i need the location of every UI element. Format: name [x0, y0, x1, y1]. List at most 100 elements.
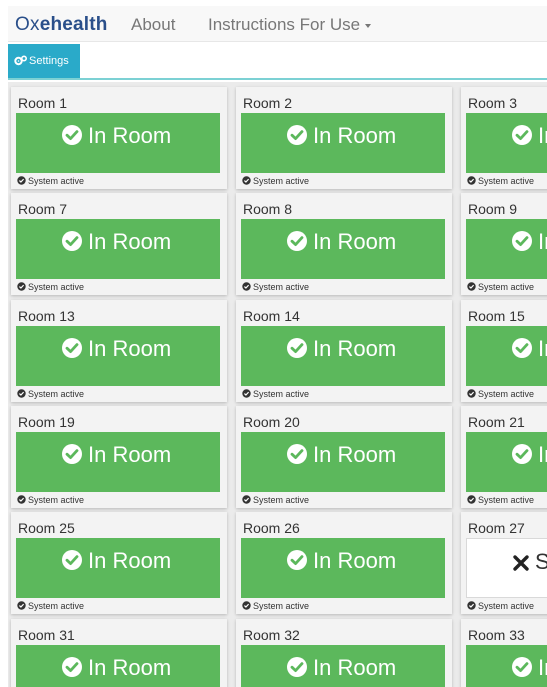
check-circle-icon: [62, 444, 82, 464]
check-circle-small-icon: [467, 176, 476, 185]
status-content: In Room: [61, 229, 171, 255]
system-status: System active: [17, 495, 84, 505]
system-status: System active: [242, 282, 309, 292]
status-content: In Room: [286, 336, 396, 362]
status-tile[interactable]: In Room: [16, 645, 220, 687]
room-card[interactable]: Room 21 In Room System active: [461, 406, 547, 508]
system-status: System active: [467, 282, 534, 292]
room-name: Room 3: [468, 95, 518, 111]
room-name: Room 19: [18, 414, 75, 430]
status-tile[interactable]: In Room: [241, 538, 445, 598]
check-circle-small-icon: [242, 282, 251, 291]
status-tile[interactable]: In Room: [241, 219, 445, 279]
nav-about-link[interactable]: About: [131, 15, 175, 35]
status-content: In Room: [61, 123, 171, 149]
room-card[interactable]: Room 13 In Room System active: [11, 300, 227, 402]
room-card[interactable]: Room 1 In Room System active: [11, 87, 227, 189]
system-status-label: System active: [253, 495, 310, 505]
room-card[interactable]: Room 33In RoomSystem active: [461, 619, 547, 687]
status-label: In Room: [313, 123, 397, 148]
status-tile[interactable]: In Room: [241, 326, 445, 386]
status-label: In Room: [88, 655, 172, 680]
room-card[interactable]: Room 26 In Room System active: [236, 512, 452, 614]
check-circle-small-icon: [467, 601, 476, 610]
check-circle-small-icon: [242, 389, 251, 398]
check-circle-small-icon: [17, 601, 26, 610]
room-card[interactable]: Room 27 S System active: [461, 512, 547, 614]
nav-instructions-dropdown[interactable]: Instructions For Use: [208, 15, 372, 35]
status-tile[interactable]: In Room: [466, 219, 547, 279]
system-status-label: System active: [253, 282, 310, 292]
status-tile[interactable]: In Room: [16, 113, 220, 173]
status-label: In Room: [538, 229, 547, 254]
room-card[interactable]: Room 3 In Room System active: [461, 87, 547, 189]
status-content: In Room: [286, 123, 396, 149]
cogs-icon: [14, 55, 28, 66]
toolbar: Settings: [8, 42, 547, 80]
room-name: Room 25: [18, 520, 75, 536]
check-circle-icon: [512, 444, 532, 464]
room-card[interactable]: Room 2 In Room System active: [236, 87, 452, 189]
room-name: Room 1: [18, 95, 68, 111]
check-circle-icon: [512, 231, 532, 251]
room-card[interactable]: Room 32In RoomSystem active: [236, 619, 452, 687]
status-tile[interactable]: In Room: [466, 432, 547, 492]
system-status: System active: [17, 389, 84, 399]
status-tile[interactable]: In Room: [16, 432, 220, 492]
status-tile[interactable]: In Room: [241, 432, 445, 492]
status-label: In Room: [313, 336, 397, 361]
status-tile[interactable]: In Room: [466, 113, 547, 173]
room-name: Room 2: [243, 95, 293, 111]
status-content: In Room: [61, 655, 171, 681]
navbar: Oxehealth About Instructions For Use: [8, 6, 547, 42]
check-circle-small-icon: [242, 176, 251, 185]
status-tile[interactable]: In Room: [241, 645, 445, 687]
status-tile[interactable]: In Room: [466, 645, 547, 687]
room-card[interactable]: Room 19 In Room System active: [11, 406, 227, 508]
status-label: In Room: [313, 548, 397, 573]
status-tile[interactable]: In Room: [16, 538, 220, 598]
check-circle-small-icon: [17, 495, 26, 504]
status-tile[interactable]: In Room: [241, 113, 445, 173]
check-circle-icon: [62, 550, 82, 570]
check-circle-icon: [512, 338, 532, 358]
room-name: Room 7: [18, 201, 68, 217]
status-content: In Room: [61, 442, 171, 468]
room-card[interactable]: Room 20 In Room System active: [236, 406, 452, 508]
check-circle-icon: [62, 338, 82, 358]
room-name: Room 8: [243, 201, 293, 217]
status-tile[interactable]: S: [466, 538, 547, 598]
check-circle-icon: [287, 338, 307, 358]
system-status: System active: [467, 389, 534, 399]
room-name: Room 20: [243, 414, 300, 430]
status-content: In Room: [61, 548, 171, 574]
status-content: In Room: [511, 229, 547, 255]
room-card[interactable]: Room 9 In Room System active: [461, 193, 547, 295]
status-label: In Room: [538, 442, 547, 467]
system-status: System active: [467, 495, 534, 505]
room-card[interactable]: Room 15 In Room System active: [461, 300, 547, 402]
room-name: Room 14: [243, 308, 300, 324]
room-card[interactable]: Room 8 In Room System active: [236, 193, 452, 295]
room-card[interactable]: Room 31In RoomSystem active: [11, 619, 227, 687]
status-content: S: [512, 549, 547, 575]
brand-rest: ehealth: [39, 14, 108, 35]
status-label: In Room: [538, 655, 547, 680]
brand-logo[interactable]: Oxehealth: [15, 14, 108, 36]
status-tile[interactable]: In Room: [466, 326, 547, 386]
room-card[interactable]: Room 14 In Room System active: [236, 300, 452, 402]
room-grid: Room 1 In Room System active Room 2 In Room S…: [8, 82, 547, 687]
status-content: In Room: [286, 548, 396, 574]
room-name: Room 27: [468, 520, 525, 536]
status-tile[interactable]: In Room: [16, 326, 220, 386]
room-card[interactable]: Room 7 In Room System active: [11, 193, 227, 295]
status-content: In Room: [511, 442, 547, 468]
status-tile[interactable]: In Room: [16, 219, 220, 279]
room-card[interactable]: Room 25 In Room System active: [11, 512, 227, 614]
system-status-label: System active: [478, 495, 535, 505]
caret-down-icon: [365, 23, 372, 28]
check-circle-icon: [287, 231, 307, 251]
status-content: In Room: [286, 229, 396, 255]
settings-button[interactable]: Settings: [8, 44, 80, 78]
room-name: Room 13: [18, 308, 75, 324]
